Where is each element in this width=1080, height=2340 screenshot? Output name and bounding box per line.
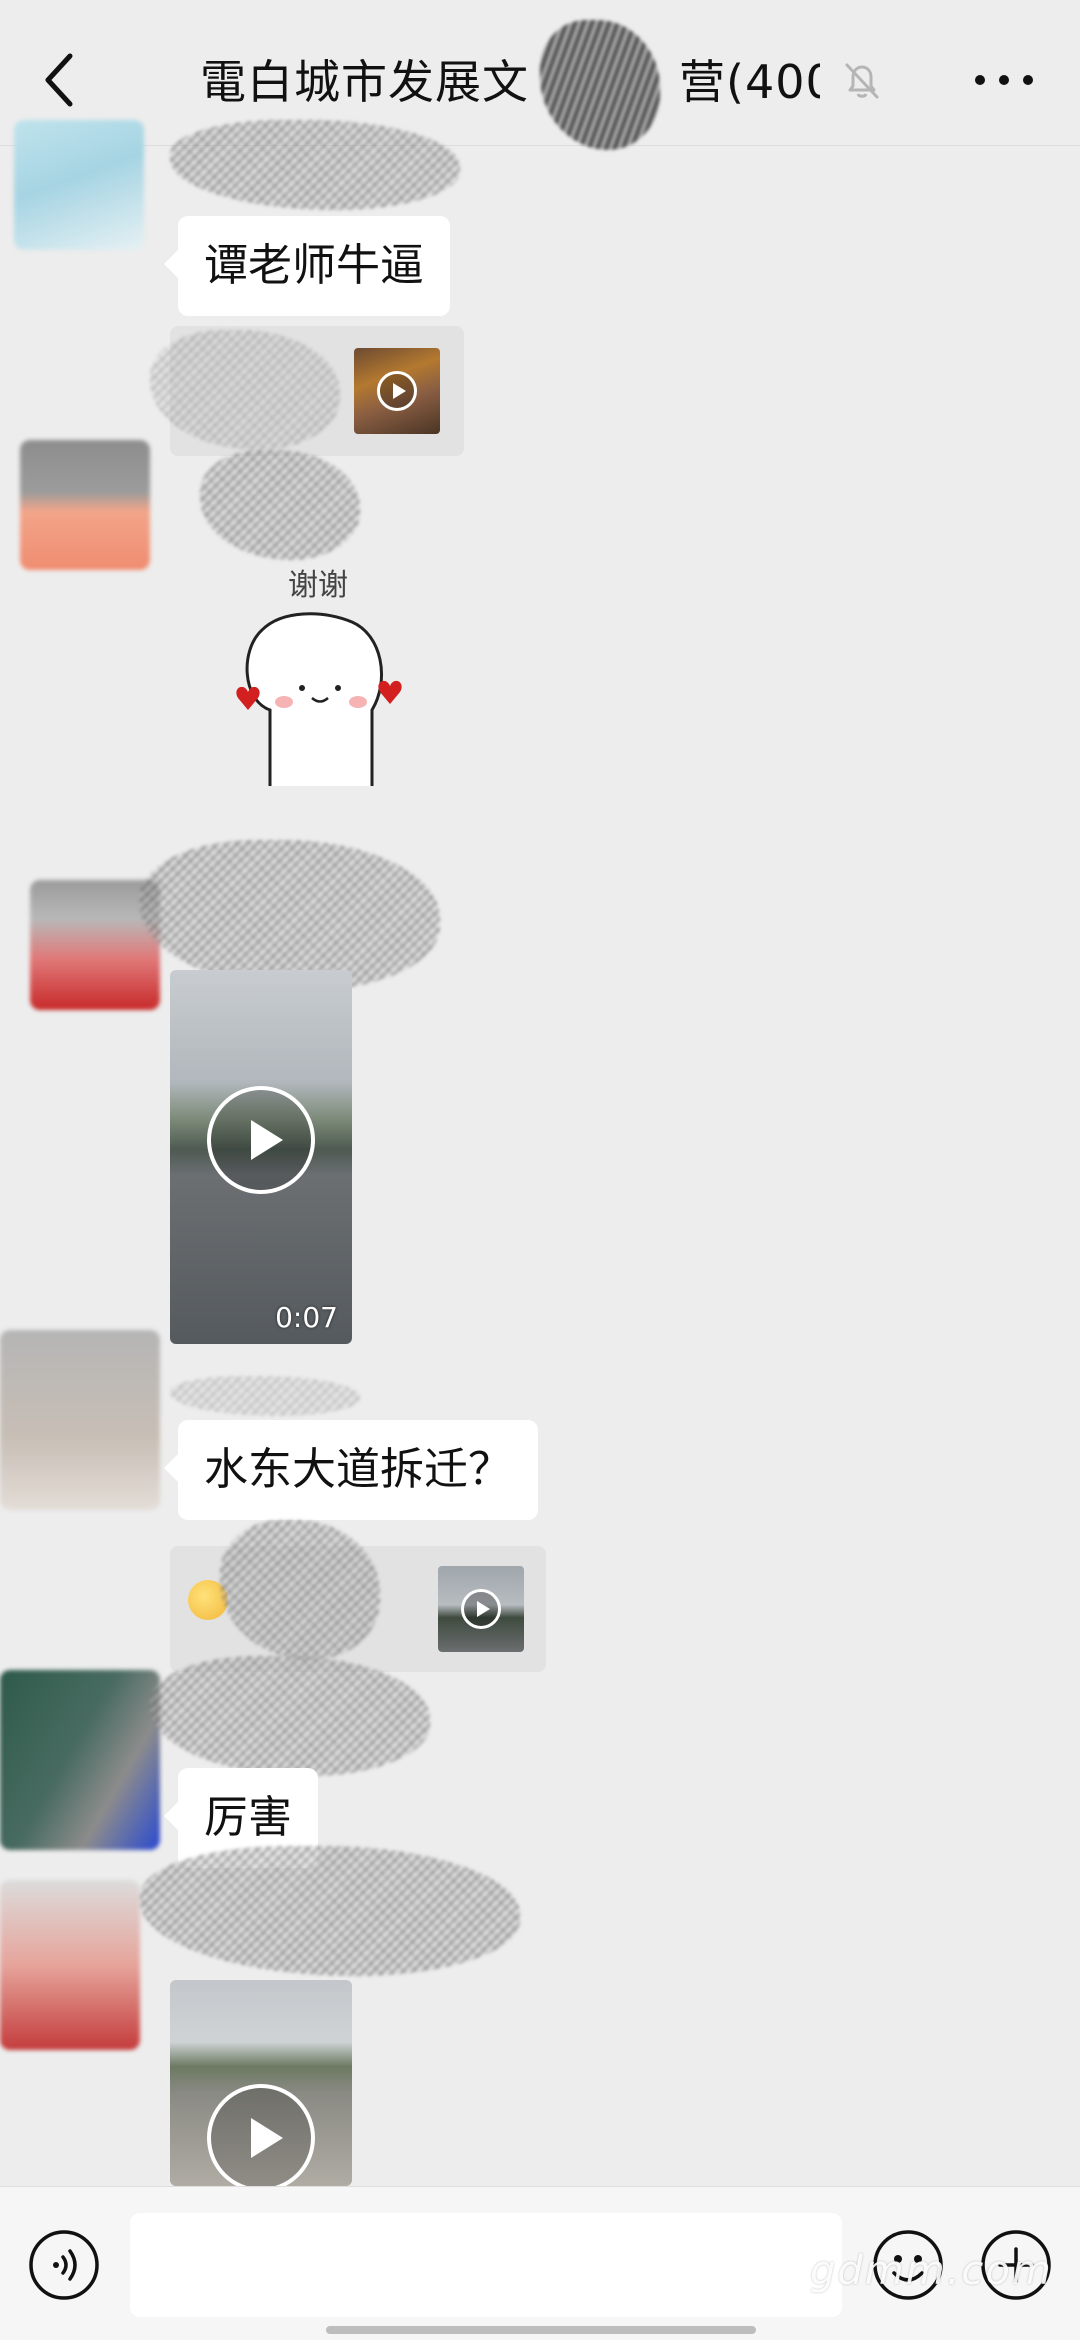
bell-off-icon bbox=[838, 56, 886, 104]
sender-avatar[interactable] bbox=[14, 120, 144, 250]
play-icon bbox=[377, 371, 417, 411]
chat-header: 電白城市发展文 营(400) bbox=[0, 0, 1080, 150]
thank-you-sticker-icon bbox=[236, 612, 402, 786]
chat-title-text: 電白城市发展文 bbox=[200, 55, 529, 109]
sender-name-redaction bbox=[140, 840, 440, 990]
voice-button[interactable] bbox=[28, 2229, 100, 2301]
more-dots-icon bbox=[975, 75, 1033, 85]
message-text: 厉害 bbox=[204, 1792, 292, 1843]
sender-avatar[interactable] bbox=[0, 1670, 160, 1850]
back-button[interactable] bbox=[30, 42, 90, 118]
chevron-left-icon bbox=[45, 53, 73, 107]
sticker-message[interactable]: 谢谢 bbox=[222, 560, 414, 786]
voice-icon bbox=[29, 2230, 99, 2300]
sender-avatar[interactable] bbox=[20, 440, 150, 570]
message-text: 谭老师牛逼 bbox=[204, 240, 424, 291]
sender-name-redaction bbox=[170, 1376, 360, 1416]
message-bubble[interactable]: 谭老师牛逼 bbox=[164, 216, 450, 316]
play-icon bbox=[207, 2084, 315, 2186]
video-duration: 0:07 bbox=[275, 1301, 338, 1334]
chat-title: 電白城市发展文 营(400) bbox=[200, 50, 820, 114]
sender-avatar[interactable] bbox=[0, 1330, 160, 1510]
play-icon bbox=[207, 1086, 315, 1194]
message-input[interactable] bbox=[130, 2213, 842, 2317]
quoted-video-thumbnail bbox=[438, 1566, 524, 1652]
watermark: gdmm.com bbox=[810, 2248, 1053, 2294]
chat-screen: 電白城市发展文 营(400) 谭老师牛逼 谢谢 bbox=[0, 0, 1080, 2340]
quoted-video-thumbnail bbox=[354, 348, 440, 434]
sender-name-redaction bbox=[140, 1846, 520, 1976]
play-icon bbox=[461, 1589, 501, 1629]
sender-avatar[interactable] bbox=[0, 1880, 140, 2050]
more-button[interactable] bbox=[968, 58, 1040, 102]
sender-name-redaction bbox=[170, 120, 460, 210]
video-message[interactable]: 0:07 bbox=[170, 970, 352, 1344]
sender-name-redaction bbox=[150, 1656, 430, 1776]
home-indicator[interactable] bbox=[326, 2326, 756, 2334]
title-redaction-scribble bbox=[540, 20, 660, 150]
video-message[interactable] bbox=[170, 1980, 352, 2186]
sender-name-redaction bbox=[200, 450, 360, 560]
message-bubble[interactable]: 水东大道拆迁？ bbox=[164, 1420, 538, 1520]
member-count: 营(400) bbox=[679, 55, 820, 109]
message-text: 水东大道拆迁？ bbox=[204, 1444, 512, 1495]
